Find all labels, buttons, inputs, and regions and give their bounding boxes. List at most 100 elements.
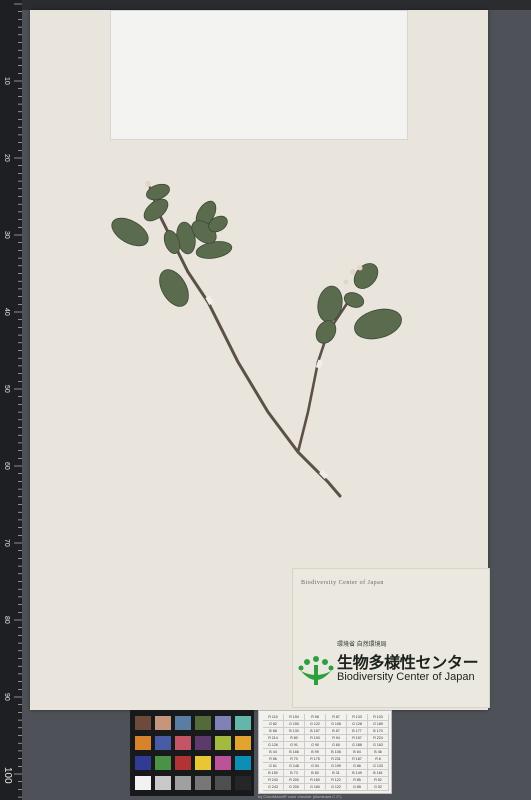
main-stem <box>156 210 342 498</box>
color-patch <box>155 716 171 730</box>
color-patch <box>195 776 211 790</box>
color-value-cell: R 224 <box>368 735 389 742</box>
organization-name-en: Biodiversity Center of Japan <box>337 671 475 683</box>
side-ruler: 10 20 30 40 50 60 70 80 90 100 <box>0 0 22 800</box>
ruler-label: 10 <box>3 77 10 85</box>
color-value-cell: R 243 <box>263 777 284 784</box>
color-value-cell: B 108 <box>326 749 347 756</box>
color-value-cell: R 214 <box>263 735 284 742</box>
color-value-cell: R 52 <box>368 777 389 784</box>
color-patch <box>155 756 171 770</box>
ministry-name: 環境省 自然環境局 <box>337 642 387 648</box>
ruler-label: 60 <box>3 462 10 470</box>
color-value-cell: R 133 <box>347 714 368 721</box>
color-patch <box>135 756 151 770</box>
color-value-cell: B 60 <box>305 770 326 777</box>
color-value-cell: B 44 <box>263 749 284 756</box>
color-patch <box>235 756 251 770</box>
color-value-cell: G 60 <box>326 742 347 749</box>
color-value-cell: G 52 <box>368 784 389 791</box>
biodiversity-logo-icon <box>298 656 334 685</box>
institution-label: Biodiversity Center of Japan 環境省 自然環境局 生… <box>292 568 490 708</box>
flower-bud <box>343 279 349 285</box>
color-value-cell: R 56 <box>263 756 284 763</box>
ruler-label: 100 <box>2 767 13 784</box>
color-value-cell: B 67 <box>326 728 347 735</box>
herbarium-scan: 10 20 30 40 50 60 70 80 90 100 Biodivers… <box>0 0 531 800</box>
ruler-label: 30 <box>3 231 10 239</box>
color-patch <box>195 716 211 730</box>
label-strip-text: Biodiversity Center of Japan <box>301 580 384 586</box>
color-patch <box>215 756 231 770</box>
color-value-cell: B 46 <box>368 749 389 756</box>
ruler-label: 50 <box>3 385 10 393</box>
color-value-cell: G 189 <box>368 721 389 728</box>
color-value-cell: B 31 <box>326 770 347 777</box>
color-patch <box>175 776 191 790</box>
color-value-cell: B 177 <box>347 728 368 735</box>
color-value-cell: R 94 <box>326 735 347 742</box>
leaf <box>195 241 233 259</box>
color-value-cell: R 187 <box>347 756 368 763</box>
color-table-caption: by ColorMatch® color checker (Illuminant… <box>258 794 342 799</box>
color-patch <box>155 736 171 750</box>
color-value-cell: G 163 <box>368 742 389 749</box>
top-ruler <box>22 0 531 10</box>
color-value-cell: G 243 <box>263 784 284 791</box>
color-patch <box>235 716 251 730</box>
organization-name-jp: 生物多様性センター <box>337 655 479 672</box>
color-patch <box>135 716 151 730</box>
color-patch <box>175 736 191 750</box>
color-value-cell: R 115 <box>263 714 284 721</box>
ruler-label: 40 <box>3 308 10 316</box>
color-value-cell: B 64 <box>347 749 368 756</box>
color-value-cell: B 99 <box>305 749 326 756</box>
ruler-label: 90 <box>3 693 10 701</box>
color-value-cell: R 193 <box>305 735 326 742</box>
color-value-cell: G 91 <box>284 742 305 749</box>
color-patch <box>235 736 251 750</box>
color-value-cell: G 86 <box>347 763 368 770</box>
color-value-cell: B 161 <box>368 770 389 777</box>
color-value-cell: B 68 <box>263 728 284 735</box>
flower-bud <box>145 181 151 187</box>
color-value-cell: B 150 <box>263 770 284 777</box>
color-value-cell: R 231 <box>326 756 347 763</box>
color-value-cell: B 149 <box>347 770 368 777</box>
color-patch <box>175 756 191 770</box>
color-value-cell: G 200 <box>284 784 305 791</box>
color-patch <box>135 776 151 790</box>
color-value-cell: G 54 <box>305 763 326 770</box>
color-value-cell: R 122 <box>326 777 347 784</box>
leaf <box>317 285 343 323</box>
color-value-cell: G 148 <box>284 763 305 770</box>
color-value-cell: G 122 <box>326 784 347 791</box>
plant-specimen <box>111 181 402 498</box>
leaf <box>354 308 402 340</box>
specimen-envelope <box>110 10 408 140</box>
color-patch <box>215 716 231 730</box>
color-value-cell: R 85 <box>347 777 368 784</box>
color-value-cell: R 160 <box>305 777 326 784</box>
color-value-cell: G 122 <box>305 721 326 728</box>
flower-bud <box>357 265 363 271</box>
color-value-cell: G 90 <box>305 742 326 749</box>
color-value-cell: R 70 <box>284 756 305 763</box>
color-value-cell: R 87 <box>326 714 347 721</box>
leaf <box>353 263 379 289</box>
color-patch <box>135 736 151 750</box>
color-value-cell: R 200 <box>284 777 305 784</box>
color-value-cell: R 98 <box>305 714 326 721</box>
color-value-cell: B 130 <box>284 728 305 735</box>
color-patch <box>215 776 231 790</box>
color-value-cell: R 8 <box>368 756 389 763</box>
color-value-cell: G 188 <box>347 742 368 749</box>
color-value-cell: G 61 <box>263 763 284 770</box>
flower-bud <box>350 269 356 275</box>
stem-tag <box>319 469 329 479</box>
label-strip: Biodiversity Center of Japan <box>301 571 481 586</box>
color-value-cell: G 133 <box>368 763 389 770</box>
color-value-cell: B 157 <box>305 728 326 735</box>
stem-tag <box>315 359 324 369</box>
color-value-cell: B 73 <box>284 770 305 777</box>
